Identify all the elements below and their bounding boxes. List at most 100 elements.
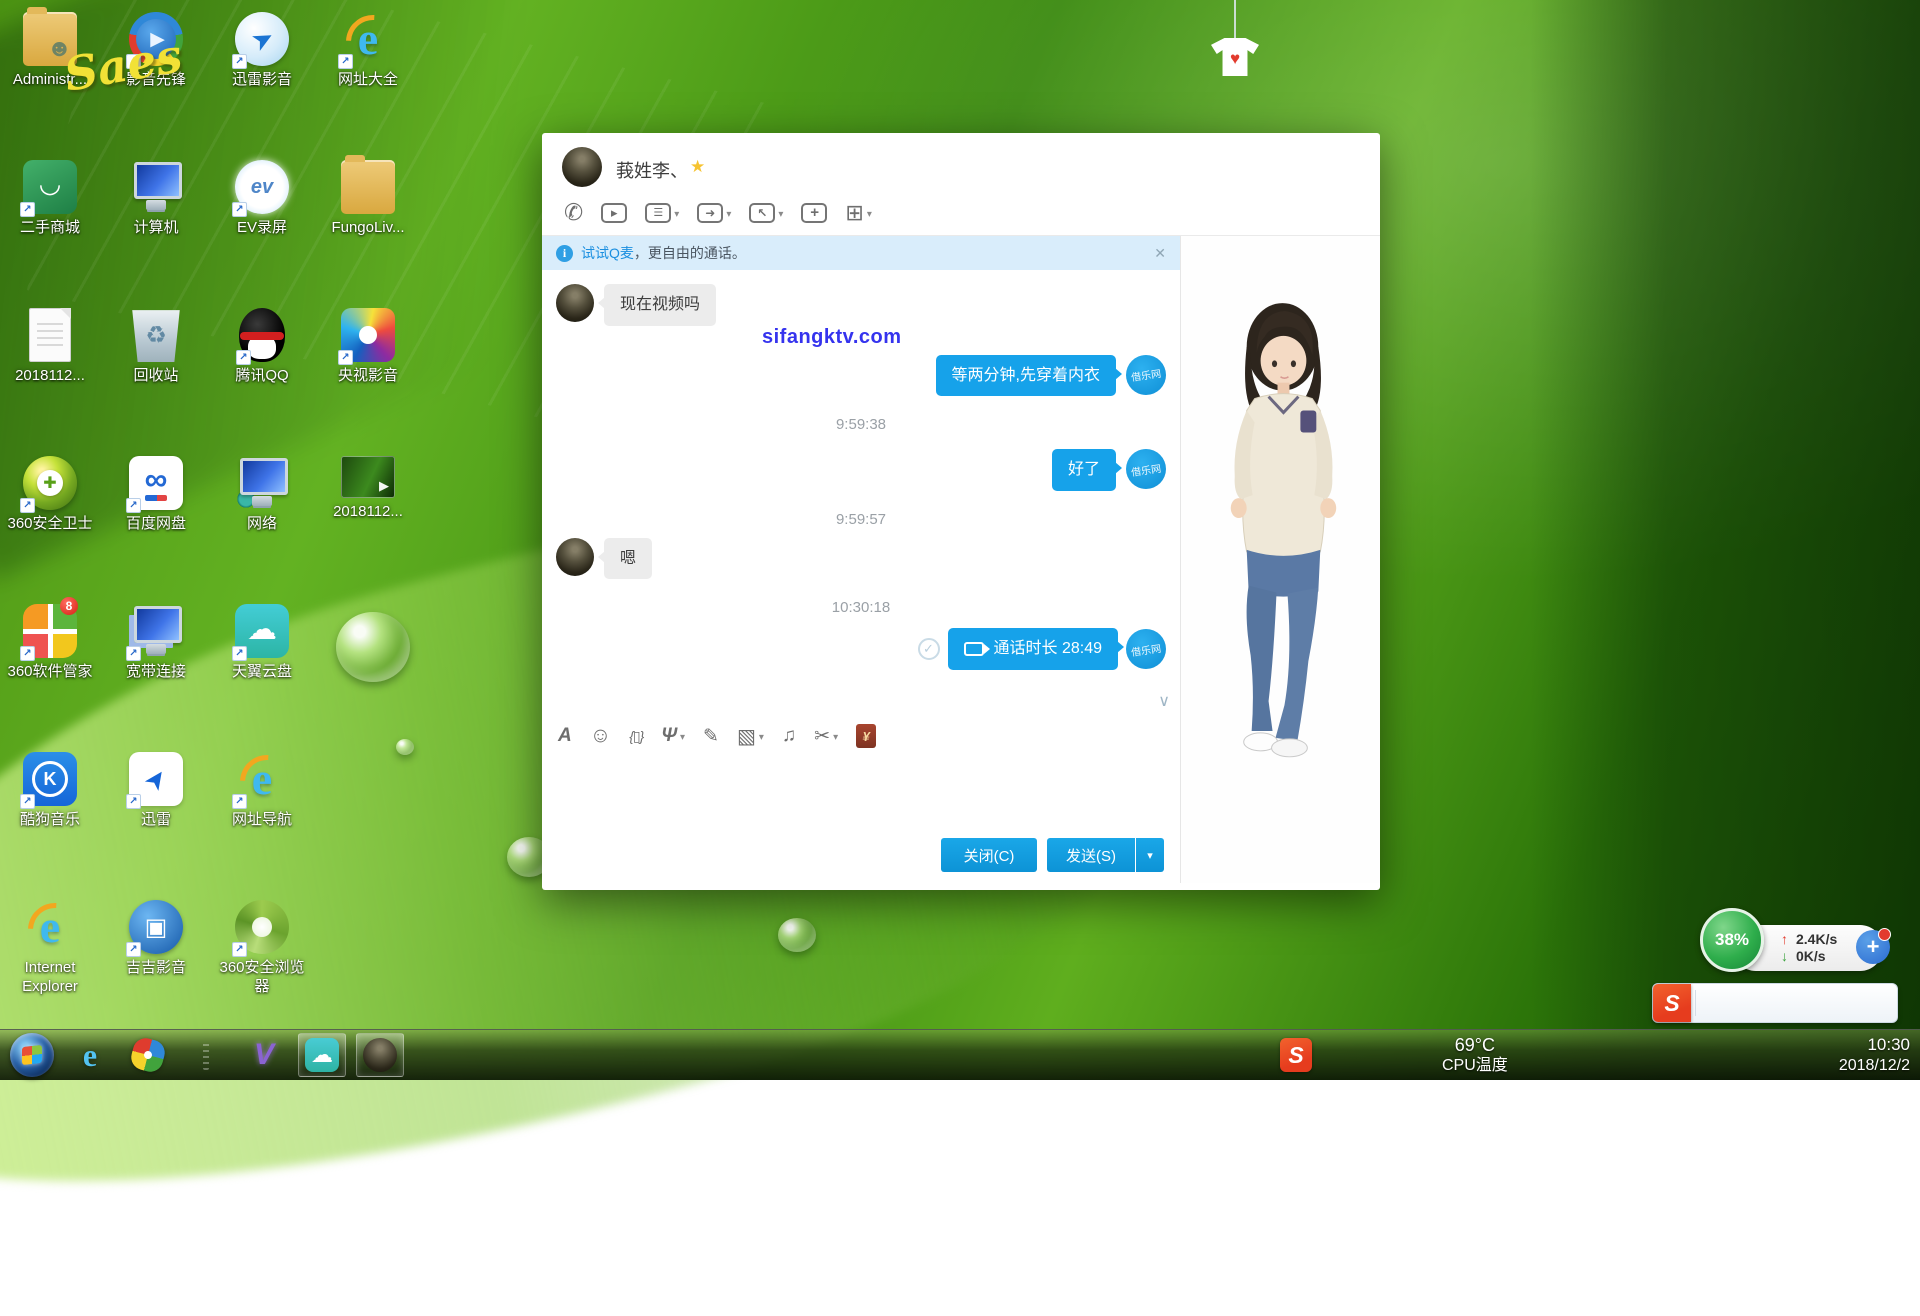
banner-text: ，更自由的通话。 — [634, 243, 746, 263]
icon-computer[interactable]: 计算机 — [106, 160, 206, 238]
peer-avatar[interactable] — [556, 538, 594, 576]
send-button[interactable]: 发送(S) — [1047, 838, 1135, 872]
icon-recycle-bin[interactable]: 回收站 — [106, 308, 206, 386]
video-call-icon[interactable] — [601, 203, 627, 223]
taskbar-v-player[interactable] — [240, 1033, 288, 1077]
outgoing-bubble: 等两分钟,先穿着内衣 — [936, 355, 1116, 397]
taskbar-tianyi-cloud[interactable] — [298, 1033, 346, 1077]
self-avatar[interactable]: 借乐网 — [1126, 355, 1166, 395]
cpu-temperature-widget[interactable]: 69°C CPU温度 — [1442, 1035, 1508, 1076]
chevron-down-icon[interactable] — [723, 204, 731, 222]
qq-tray-icon[interactable] — [1724, 1045, 1745, 1066]
taskbar-qq-chat[interactable] — [356, 1033, 404, 1077]
notification-badge: 8 — [60, 597, 78, 615]
close-chat-button[interactable]: 关闭(C) — [941, 838, 1037, 872]
sogou-ime-logo[interactable]: S — [1653, 984, 1691, 1022]
peer-avatar[interactable] — [556, 284, 594, 322]
input-tool-icon — [782, 725, 796, 747]
remote-desktop-icon[interactable] — [749, 203, 783, 223]
clock-date: 2018/12/2 — [1839, 1056, 1910, 1076]
chevron-down-icon[interactable] — [677, 727, 685, 745]
360-safety-tray-icon[interactable] — [1589, 1045, 1610, 1066]
voice-call-icon[interactable] — [564, 199, 583, 226]
self-avatar[interactable]: 借乐网 — [1126, 449, 1166, 489]
icon-360-safe[interactable]: 360安全卫士 — [0, 456, 100, 534]
message-input-area[interactable] — [542, 755, 1180, 827]
peer-title-avatar[interactable] — [562, 147, 602, 187]
accelerate-plus-button[interactable]: + — [1856, 930, 1890, 964]
icon-ershou-shangcheng[interactable]: 二手商城 — [0, 160, 100, 238]
icon-baidu-netdisk[interactable]: 百度网盘 — [106, 456, 206, 534]
font-icon[interactable] — [558, 725, 572, 747]
qq-show-avatar[interactable] — [1181, 260, 1380, 883]
icon-tianyi-cloud[interactable]: 天翼云盘 — [212, 604, 312, 682]
screenshot-icon[interactable] — [814, 725, 838, 748]
icon-xunlei-yingyin[interactable]: 迅雷影音 — [212, 12, 312, 90]
flower-tray-icon[interactable] — [1670, 1045, 1691, 1066]
icon-360-browser[interactable]: 360安全浏览器 — [212, 900, 312, 997]
icon-kugou-music[interactable]: 酷狗音乐 — [0, 752, 100, 830]
icon-wangzhi-daquan[interactable]: 网址大全 — [318, 12, 418, 90]
voice-message-icon[interactable] — [661, 725, 685, 747]
icon-ev-luping[interactable]: EV录屏 — [212, 160, 312, 238]
banner-link[interactable]: 试试Q麦 — [581, 243, 634, 263]
favorite-star-icon[interactable]: ★ — [690, 157, 705, 177]
user-tray-icon[interactable] — [1616, 1045, 1637, 1066]
memory-usage-ball[interactable]: 38% — [1700, 908, 1764, 972]
taskbar-divider[interactable] — [182, 1033, 230, 1077]
icon-tencent-qq[interactable]: 腾讯QQ — [212, 308, 312, 386]
emoji-icon[interactable] — [590, 724, 611, 748]
image-icon[interactable] — [737, 724, 764, 749]
input-tool-icon — [558, 725, 572, 747]
download-speed: 0K/s — [1796, 949, 1826, 964]
scroll-to-bottom-icon[interactable] — [1158, 691, 1170, 711]
apps-icon[interactable] — [845, 200, 871, 226]
screen-record-tray-icon[interactable] — [1697, 1045, 1718, 1066]
taskbar-clock[interactable]: 10:30 2018/12/2 — [1839, 1034, 1910, 1075]
chevron-down-icon[interactable] — [775, 204, 783, 222]
taskbar-sogou-browser[interactable] — [124, 1033, 172, 1077]
icon-fungolive[interactable]: FungoLiv... — [318, 160, 418, 238]
hanging-shirt-widget[interactable]: ♥ — [1205, 0, 1265, 82]
announce-icon[interactable] — [1562, 1045, 1583, 1066]
handwrite-icon[interactable] — [703, 725, 719, 748]
icon-doc-2018112[interactable]: 2018112... — [0, 308, 100, 386]
icon-360-manager[interactable]: 8 360软件管家 — [0, 604, 100, 682]
chevron-down-icon[interactable] — [830, 727, 838, 745]
icon-xunlei[interactable]: 迅雷 — [106, 752, 206, 830]
screen-share-icon[interactable] — [645, 203, 679, 223]
power-tray-icon[interactable] — [1751, 1045, 1772, 1066]
icon-video-2018112[interactable]: 2018112... — [318, 456, 418, 522]
icon-cctv-yingyin[interactable]: 央视影音 — [318, 308, 418, 386]
start-button[interactable] — [8, 1033, 56, 1077]
chevron-down-icon[interactable] — [671, 204, 679, 222]
message-call: 通话时长 28:49借乐网 — [556, 628, 1166, 670]
icon-broadband[interactable]: 宽带连接 — [106, 604, 206, 682]
icon-internet-explorer[interactable]: Internet Explorer — [0, 900, 100, 997]
icon-network[interactable]: 网络 — [212, 456, 312, 534]
sogou-tray-logo[interactable]: S — [1280, 1038, 1312, 1072]
music-icon[interactable] — [782, 725, 796, 747]
icon-yingyin-xianfeng[interactable]: 影音先锋 — [106, 12, 206, 90]
message-out: 好了借乐网 — [556, 449, 1166, 491]
header-tool-icon — [801, 203, 827, 223]
icon-jiji-yingyin[interactable]: 吉吉影音 — [106, 900, 206, 978]
banner-close-icon[interactable]: ✕ — [1154, 245, 1166, 262]
volume-tray-icon[interactable] — [1778, 1045, 1799, 1066]
red-packet-icon[interactable] — [856, 724, 876, 748]
desktop-icon-label: 天翼云盘 — [212, 663, 312, 682]
icon-administrator[interactable]: Administr... — [0, 12, 100, 90]
network-signal-tray-icon[interactable] — [1805, 1045, 1826, 1066]
taskbar-ie[interactable] — [66, 1033, 114, 1077]
chevron-down-icon[interactable] — [864, 204, 872, 222]
file-transfer-icon[interactable] — [697, 203, 731, 223]
icon-wangzhi-daohang[interactable]: 网址导航 — [212, 752, 312, 830]
self-avatar[interactable]: 借乐网 — [1126, 629, 1166, 669]
create-group-icon[interactable] — [801, 203, 827, 223]
pc-helper-tray-icon[interactable] — [1643, 1045, 1664, 1066]
send-options-chevron-icon[interactable]: ▾ — [1136, 838, 1164, 872]
desktop-icon-label: 网络 — [212, 515, 312, 534]
input-tool-icon — [590, 724, 611, 748]
window-shake-icon[interactable] — [629, 728, 643, 745]
chevron-down-icon[interactable] — [756, 727, 764, 745]
